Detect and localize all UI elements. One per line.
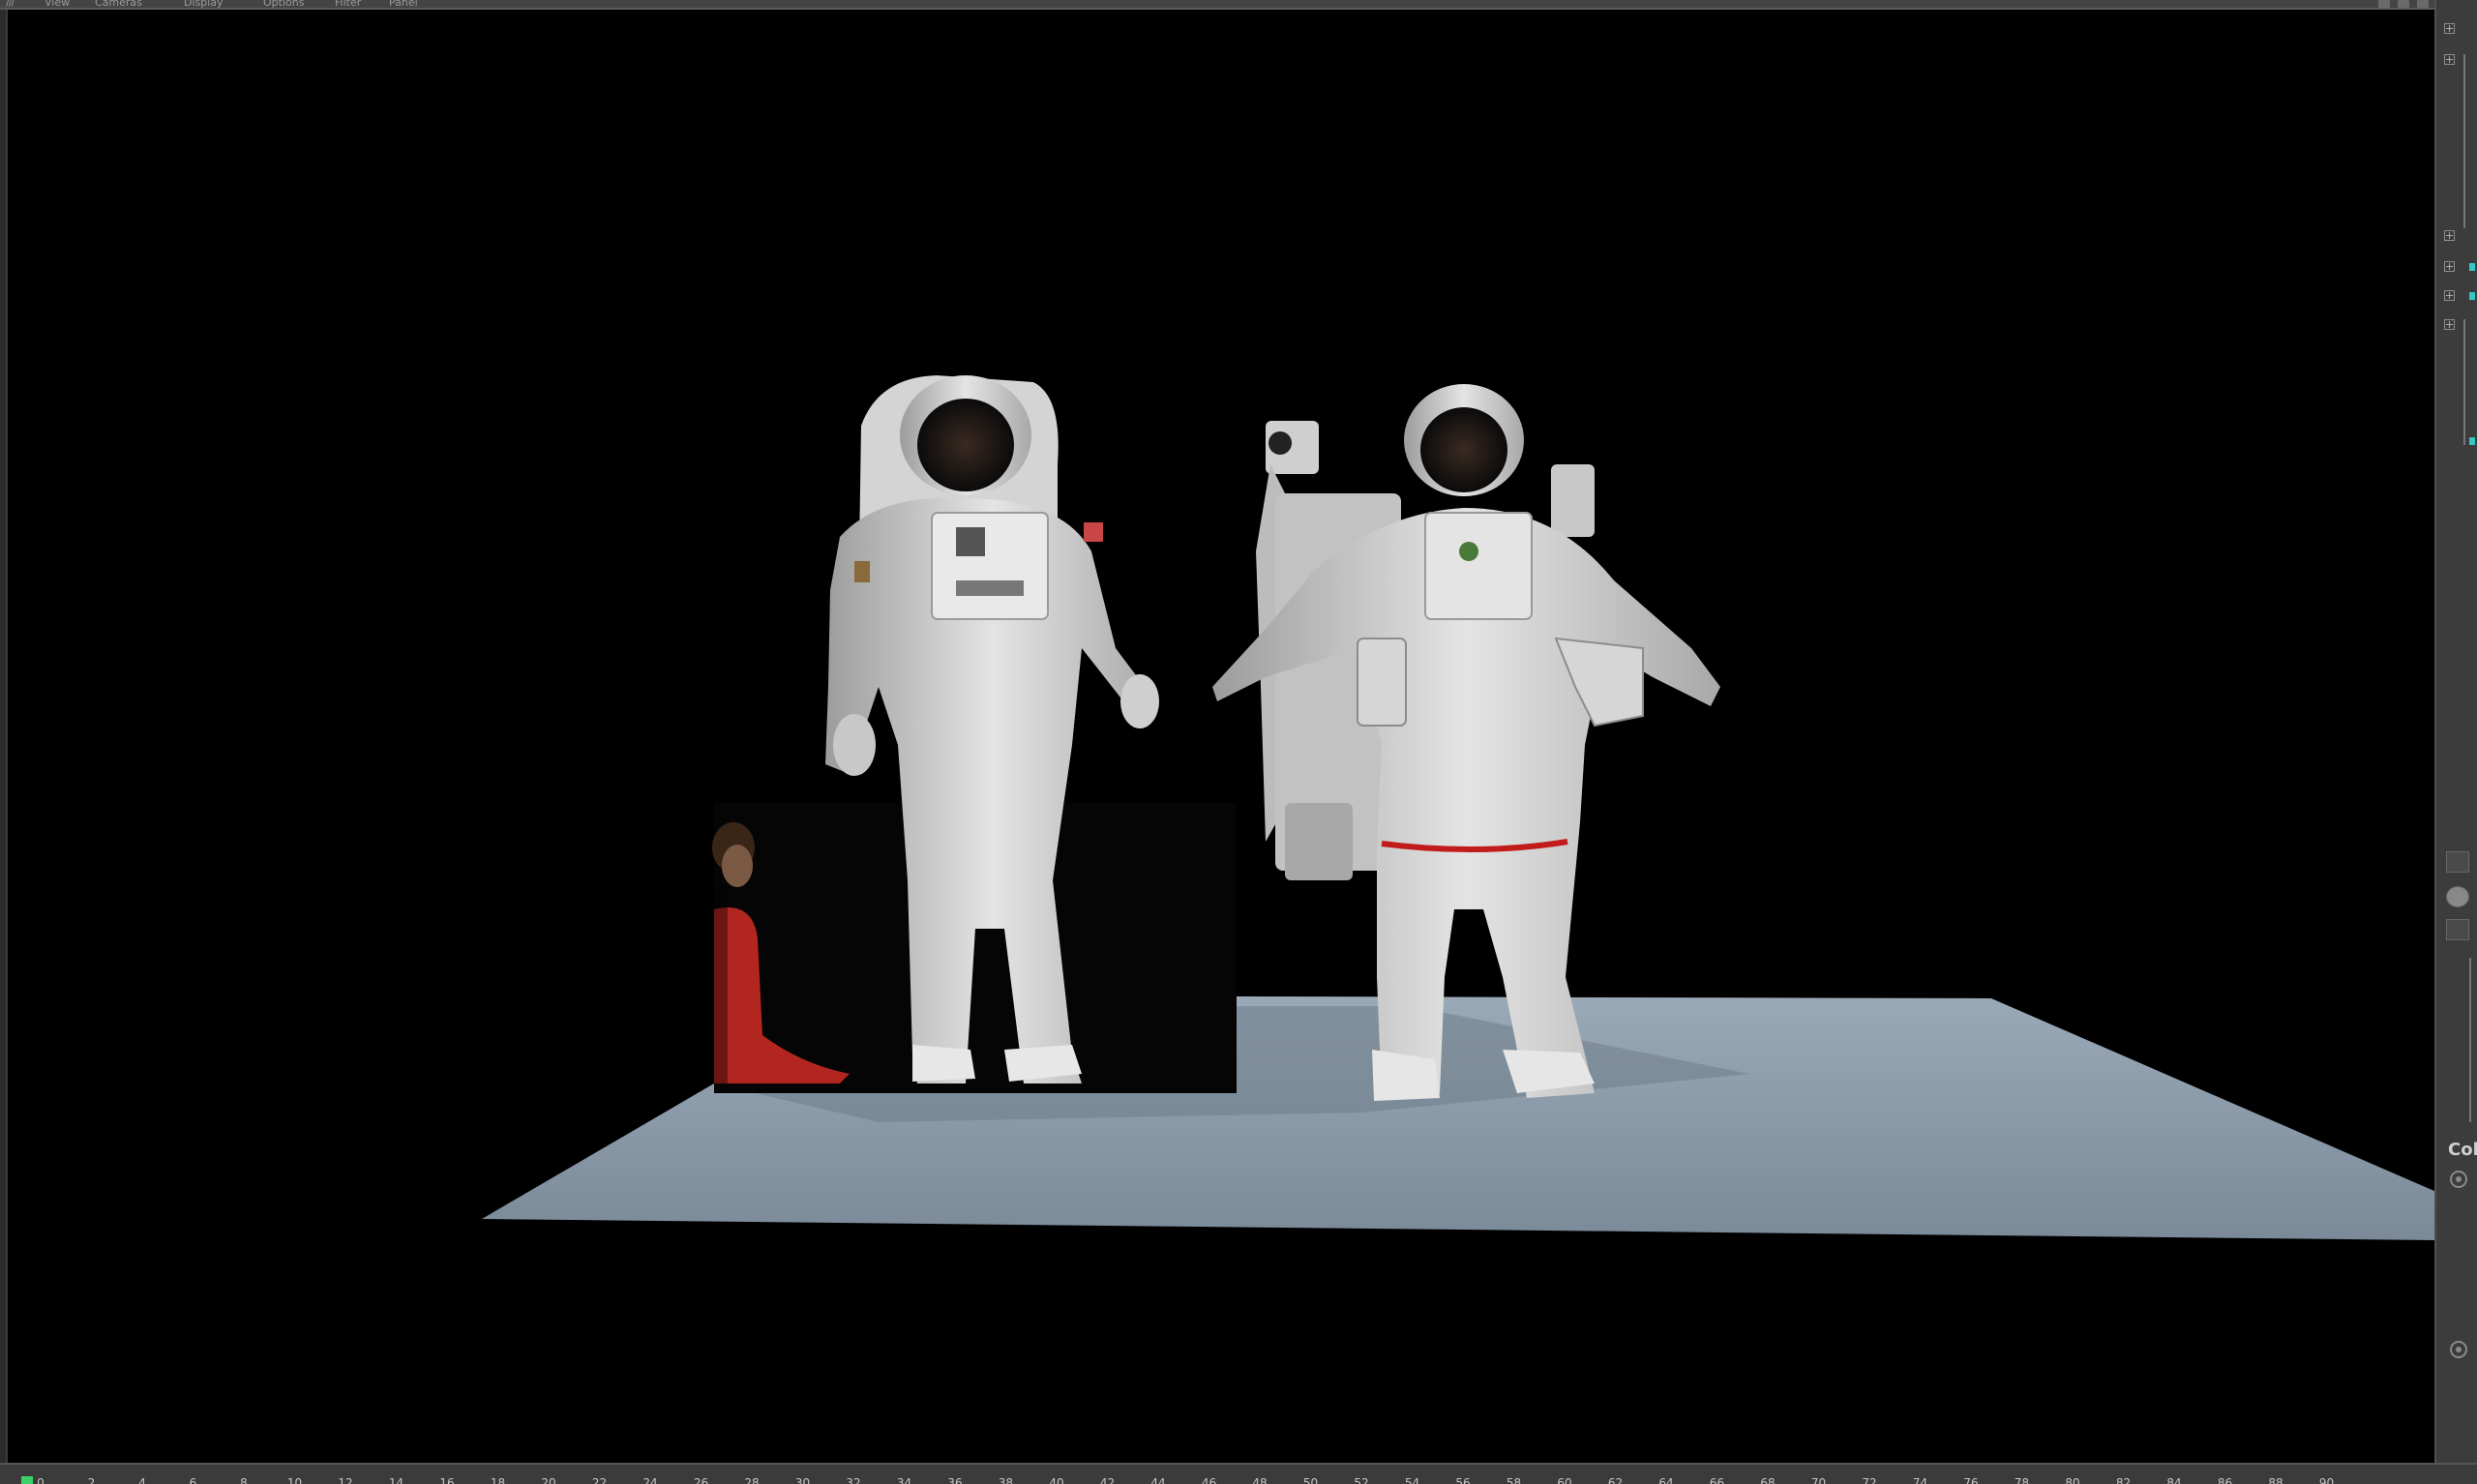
timeline-tick-label: 12	[338, 1476, 353, 1484]
timeline-tick-label: 66	[1709, 1476, 1725, 1484]
mesh-node-icon	[2469, 263, 2475, 271]
timeline-tick-label: 24	[642, 1476, 658, 1484]
panel-scrollbar[interactable]	[2469, 958, 2471, 1122]
timeline-tick-label: 16	[439, 1476, 455, 1484]
timeline-tick-label: 42	[1099, 1476, 1116, 1484]
timeline-tick-label: 70	[1810, 1476, 1827, 1484]
mesh-node-icon	[2469, 437, 2475, 445]
timeline-tick-label: 78	[2014, 1476, 2030, 1484]
timeline-tick-label: 44	[1150, 1476, 1166, 1484]
timeline-tick-label: 22	[591, 1476, 608, 1484]
panel-grip[interactable]: ///	[6, 0, 15, 8]
timeline-tick-label: 28	[744, 1476, 760, 1484]
timeline-tick-label: 60	[1557, 1476, 1572, 1484]
menu-view[interactable]: View	[45, 0, 70, 8]
timeline-tick-label: 76	[1963, 1476, 1979, 1484]
timeline-tick-label: 32	[846, 1476, 861, 1484]
timeline-tick-label: 2	[87, 1476, 96, 1484]
timeline-tick-label: 86	[2217, 1476, 2233, 1484]
option-radio-button[interactable]	[2450, 1341, 2467, 1358]
timeline-tick-label: 88	[2268, 1476, 2283, 1484]
menu-panel[interactable]: Panel	[389, 0, 418, 8]
timeline-tick-label: 62	[1607, 1476, 1624, 1484]
timeline-ruler[interactable]: 0 2 4 6 8 10 12 14 16 18 20 22 24 26 28 30 32 34 36 38 40 42 4…	[0, 1463, 2477, 1484]
astronaut-right[interactable]	[1212, 384, 1720, 1101]
timeline-tick-label: 6	[189, 1476, 197, 1484]
tree-expand-icon[interactable]	[2444, 261, 2455, 272]
timeline-tick-label: 36	[947, 1476, 963, 1484]
tree-expand-icon[interactable]	[2444, 23, 2455, 34]
outliner-side-panel: Col	[2434, 0, 2477, 1484]
timeline-tick-label: 4	[138, 1476, 146, 1484]
swatch-button[interactable]	[2446, 919, 2469, 940]
layout-quad-icon[interactable]	[2417, 0, 2429, 8]
timeline-tick-label: 34	[896, 1476, 912, 1484]
material-sphere-icon[interactable]	[2446, 886, 2469, 907]
tree-branch-line	[2463, 319, 2465, 445]
timeline-tick-label: 52	[1354, 1476, 1369, 1484]
timeline-tick-label: 46	[1201, 1476, 1217, 1484]
timeline-tick-label: 72	[1862, 1476, 1877, 1484]
tree-expand-icon[interactable]	[2444, 319, 2455, 330]
timeline-tick-label: 74	[1912, 1476, 1928, 1484]
timeline-tick-label: 20	[541, 1476, 556, 1484]
timeline-tick-label: 64	[1658, 1476, 1674, 1484]
grid-toggle-button[interactable]	[2446, 851, 2469, 873]
timeline-tick-label: 48	[1252, 1476, 1268, 1484]
tree-expand-icon[interactable]	[2444, 290, 2455, 301]
viewport-render	[482, 375, 2434, 1240]
timeline-tick-label: 40	[1049, 1476, 1064, 1484]
timeline-ticks: 0 2 4 6 8 10 12 14 16 18 20 22 24 26 28 30 32 34 36 38 40 42 4…	[0, 1465, 2334, 1484]
menu-filter[interactable]: Filter	[335, 0, 361, 8]
layout-split-icon[interactable]	[2398, 0, 2409, 8]
timeline-tick-label: 82	[2115, 1476, 2132, 1484]
timeline-tick-label: 54	[1404, 1476, 1420, 1484]
timeline-tick-label: 50	[1302, 1476, 1319, 1484]
timeline-tick-label: 14	[388, 1476, 404, 1484]
timeline-tick-label: 80	[2065, 1476, 2080, 1484]
menu-cameras[interactable]: Cameras	[95, 0, 142, 8]
timeline-tick-label: 8	[240, 1476, 248, 1484]
timeline-tick-label: 56	[1455, 1476, 1471, 1484]
timeline-tick-label: 84	[2166, 1476, 2182, 1484]
menu-options[interactable]: Options	[263, 0, 304, 8]
tree-expand-icon[interactable]	[2444, 230, 2455, 241]
timeline-tick-label: 26	[693, 1476, 709, 1484]
timeline-tick-label: 90	[2318, 1476, 2335, 1484]
tree-branch-line	[2463, 54, 2465, 228]
timeline-tick-label: 68	[1760, 1476, 1776, 1484]
3d-viewport[interactable]	[6, 10, 2434, 1463]
color-section-label: Col	[2448, 1140, 2477, 1160]
timeline-tick-label: 0	[37, 1476, 45, 1484]
mesh-node-icon	[2469, 292, 2475, 300]
tree-expand-icon[interactable]	[2444, 54, 2455, 65]
timeline-tick-label: 10	[286, 1476, 303, 1484]
timeline-tick-label: 58	[1506, 1476, 1522, 1484]
timeline-tick-label: 30	[794, 1476, 811, 1484]
timeline-tick-label: 18	[490, 1476, 506, 1484]
layout-single-icon[interactable]	[2378, 0, 2390, 8]
timeline-tick-label: 38	[998, 1476, 1014, 1484]
color-radio-button[interactable]	[2450, 1171, 2467, 1188]
menu-display[interactable]: Display	[184, 0, 224, 8]
viewport-layout-icons	[2378, 0, 2429, 8]
viewport-menubar: /// View Cameras Display Options Filter …	[0, 0, 2434, 10]
